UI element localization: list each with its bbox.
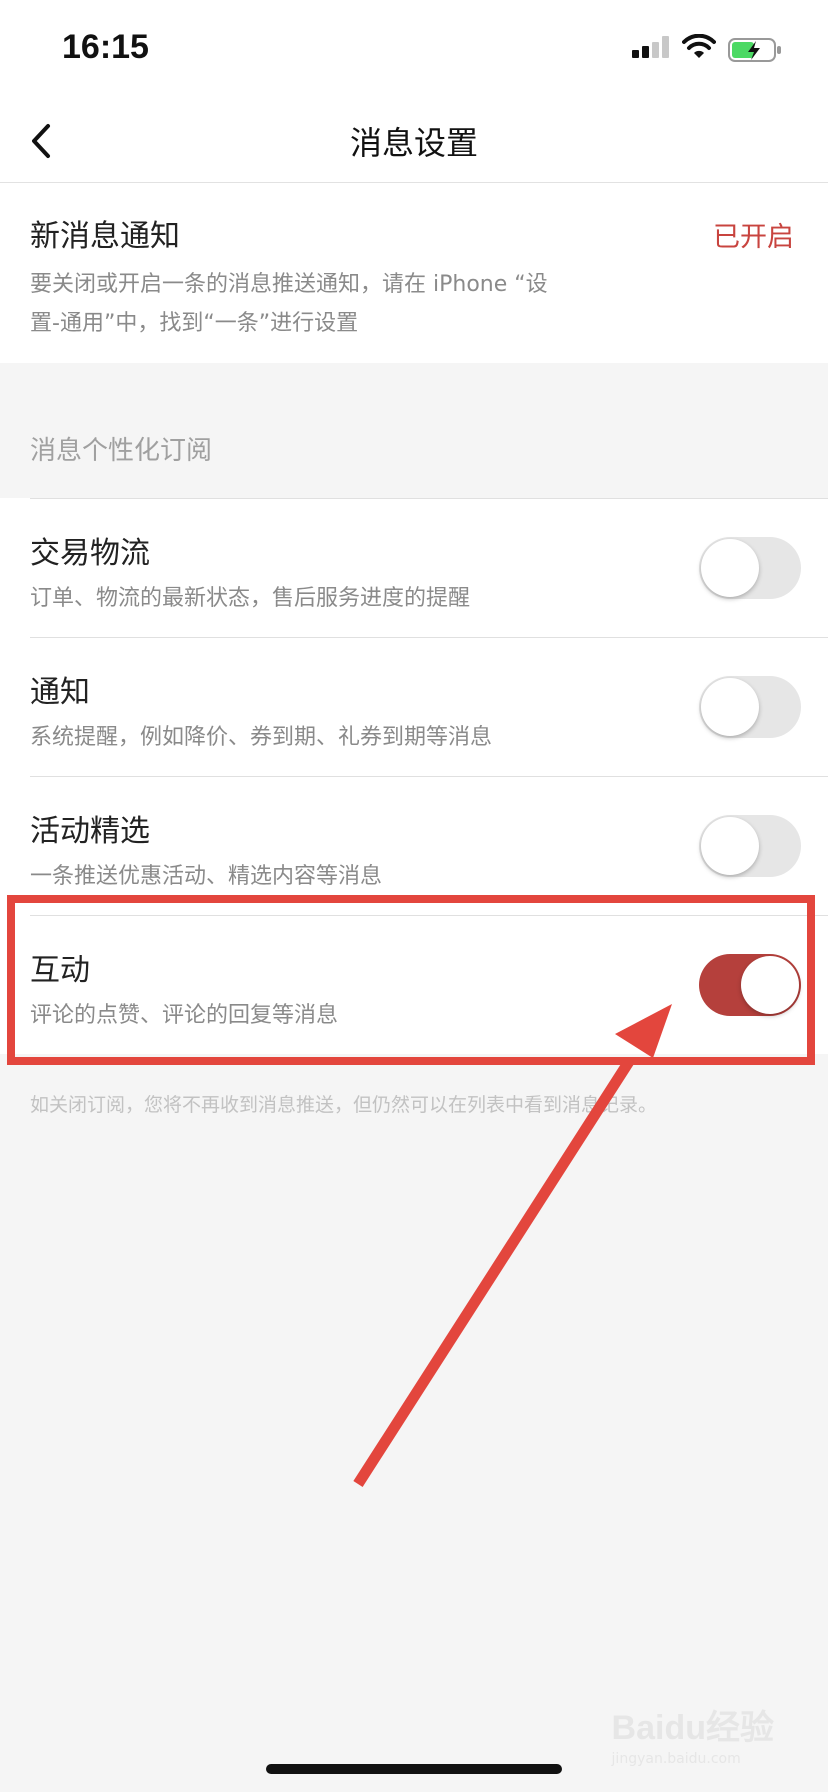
toggle-knob [701, 539, 759, 597]
status-icons [632, 33, 792, 64]
page-title: 消息设置 [349, 124, 478, 162]
activity-picks-toggle[interactable] [699, 815, 801, 877]
annotation-highlight-box [7, 895, 815, 1065]
new-message-status[interactable]: 已开启 [713, 215, 794, 254]
signal-icon [632, 36, 672, 58]
baidu-watermark: Baidu经验 jingyan.baidu.com [612, 1700, 774, 1767]
row-divider [30, 637, 828, 638]
wifi-icon [682, 33, 716, 64]
setting-title: 通知 [30, 675, 90, 710]
row-divider [30, 498, 828, 499]
list-item-trade-logistics: 交易物流 订单、物流的最新状态，售后服务进度的提醒 [0, 498, 828, 637]
setting-description: 一条推送优惠活动、精选内容等消息 [30, 864, 383, 889]
toggle-knob [701, 678, 759, 736]
status-bar: 16:15 [0, 0, 828, 100]
new-message-description: 要关闭或开启一条的消息推送通知，请在 iPhone “设 置-通用”中，找到“一… [30, 265, 630, 343]
watermark-logo: Baidu经验 [611, 1709, 774, 1747]
notification-toggle[interactable] [699, 676, 801, 738]
setting-title: 活动精选 [30, 814, 150, 849]
navigation-bar: 消息设置 [0, 100, 828, 183]
watermark-url: jingyan.baidu.com [611, 1751, 741, 1767]
new-message-notification: 新消息通知 已开启 要关闭或开启一条的消息推送通知，请在 iPhone “设 置… [0, 183, 828, 363]
list-item-notification: 通知 系统提醒，例如降价、券到期、礼券到期等消息 [0, 637, 828, 776]
row-divider [30, 776, 828, 777]
trade-logistics-toggle[interactable] [699, 537, 801, 599]
subscription-footer-note: 如关闭订阅，您将不再收到消息推送，但仍然可以在列表中看到消息记录。 [30, 1094, 658, 1116]
new-message-title: 新消息通知 [30, 219, 180, 254]
new-message-desc-line2: 置-通用”中，找到“一条”进行设置 [30, 311, 359, 336]
battery-charging-icon [728, 38, 784, 68]
new-message-desc-line1: 要关闭或开启一条的消息推送通知，请在 iPhone “设 [30, 272, 548, 297]
setting-description: 系统提醒，例如降价、券到期、礼券到期等消息 [30, 725, 493, 750]
setting-title: 交易物流 [30, 536, 150, 571]
setting-description: 订单、物流的最新状态，售后服务进度的提醒 [30, 586, 471, 611]
status-time: 16:15 [62, 28, 149, 66]
home-indicator[interactable] [266, 1764, 562, 1774]
subscription-section-header: 消息个性化订阅 [30, 436, 213, 466]
toggle-knob [701, 817, 759, 875]
